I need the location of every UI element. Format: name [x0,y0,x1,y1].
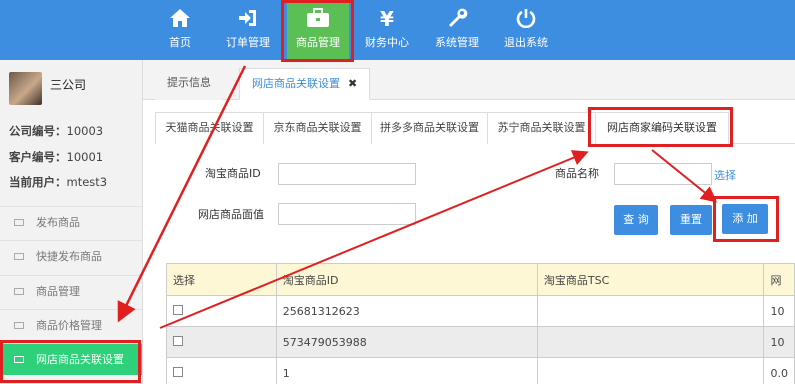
table-row: 1 0.0 [166,357,795,384]
nav-orders[interactable]: 订单管理 [217,0,279,60]
sidebar: 三公司 公司编号：10003 客户编号：10001 当前用户：mtest3 发布… [0,60,143,384]
row-id: 573479053988 [275,326,538,358]
envelope-icon [14,321,24,329]
row-tsc [536,326,765,358]
nav-home-label: 首页 [169,36,191,49]
subtab-merchant-code[interactable]: 网店商家编码关联设置 [595,112,729,144]
sidebar-item-shop-link[interactable]: 网店商品关联设置 [0,343,142,375]
avatar [9,72,42,105]
results-table: 选择 淘宝商品ID 淘宝商品TSC 网 25681312623 10 57347… [166,263,795,384]
envelope-icon [14,218,24,226]
yen-icon: ¥ [380,7,394,31]
subtab-jd[interactable]: 京东商品关联设置 [263,112,372,144]
envelope-icon [14,355,24,363]
power-icon [495,0,557,30]
nav-products[interactable]: 商品管理 [287,0,349,60]
row-tsc [536,295,765,327]
nav-home[interactable]: 首页 [149,0,211,60]
row-extra: 10 [763,295,795,327]
envelope-icon [14,252,24,260]
row-id: 1 [275,357,538,384]
sidebar-item-quick-publish[interactable]: 快捷发布商品 [0,240,142,272]
sign-in-icon [217,0,279,30]
table-header-row: 选择 淘宝商品ID 淘宝商品TSC 网 [166,263,795,296]
taobao-id-input[interactable] [278,163,416,185]
briefcase-icon [287,0,349,30]
sidebar-item-price-manage[interactable]: 商品价格管理 [0,309,142,341]
col-extra: 网 [763,263,795,296]
company-name: 三公司 [50,78,87,92]
select-link[interactable]: 选择 [714,167,736,183]
envelope-icon [14,287,24,295]
row-checkbox[interactable] [173,304,183,315]
product-name-input[interactable] [614,163,712,185]
row-id: 25681312623 [275,295,538,327]
nav-finance-label: 财务中心 [365,36,409,49]
current-user: 当前用户：mtest3 [9,175,108,189]
nav-products-label: 商品管理 [296,36,340,49]
nav-system-label: 系统管理 [435,36,479,49]
product-name-label: 商品名称 [555,167,599,180]
table-row: 573479053988 10 [166,326,795,358]
page-tab-bar: 提示信息 网店商品关联设置 ✖ [143,60,795,100]
subtab-suning[interactable]: 苏宁商品关联设置 [487,112,596,144]
customer-number: 客户编号：10001 [9,150,104,164]
query-button[interactable]: 查 询 [614,205,658,235]
face-value-label: 网店商品面值 [198,208,264,221]
wrench-icon [426,0,488,30]
sub-tab-bar: 天猫商品关联设置 京东商品关联设置 拼多多商品关联设置 苏宁商品关联设置 网店商… [155,112,795,144]
table-row: 25681312623 10 [166,295,795,327]
row-checkbox[interactable] [173,366,183,377]
subtab-tmall[interactable]: 天猫商品关联设置 [155,112,264,144]
close-icon[interactable]: ✖ [348,77,357,90]
row-tsc [536,357,765,384]
col-taobao-tsc: 淘宝商品TSC [536,263,765,296]
col-taobao-id: 淘宝商品ID [275,263,538,296]
row-checkbox[interactable] [173,335,183,346]
nav-logout-label: 退出系统 [504,36,548,49]
reset-button[interactable]: 重置 [670,205,712,235]
row-extra: 10 [763,326,795,358]
taobao-id-label: 淘宝商品ID [205,167,261,180]
top-nav-bar: 首页 订单管理 商品管理 ¥ 财务中心 系统管理 退出系统 [0,0,795,60]
nav-system[interactable]: 系统管理 [426,0,488,60]
nav-finance[interactable]: ¥ 财务中心 [356,0,418,60]
home-icon [149,0,211,30]
nav-orders-label: 订单管理 [226,36,270,49]
company-number: 公司编号：10003 [9,124,104,138]
sidebar-item-publish[interactable]: 发布商品 [0,206,142,238]
col-select: 选择 [166,263,277,296]
tab-tips[interactable]: 提示信息 [155,68,223,100]
nav-logout[interactable]: 退出系统 [495,0,557,60]
row-extra: 0.0 [763,357,795,384]
face-value-input[interactable] [278,203,416,225]
subtab-pdd[interactable]: 拼多多商品关联设置 [371,112,488,144]
tab-shop-link[interactable]: 网店商品关联设置 ✖ [239,68,371,100]
sidebar-item-product-manage[interactable]: 商品管理 [0,275,142,307]
add-button[interactable]: 添 加 [722,204,768,234]
